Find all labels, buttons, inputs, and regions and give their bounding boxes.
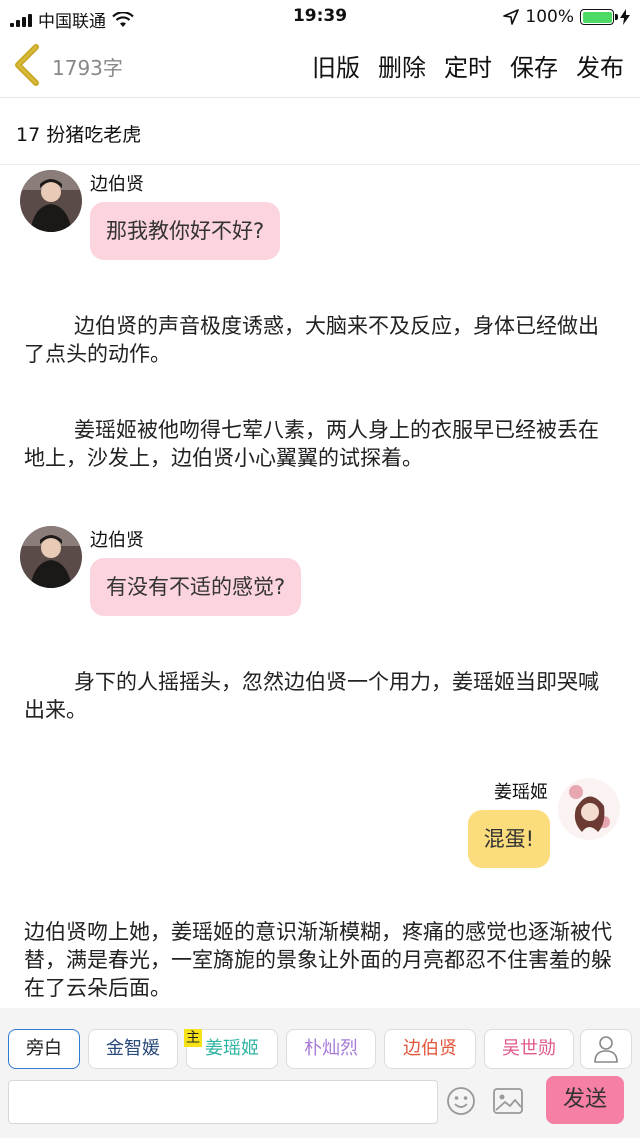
- message-bubble[interactable]: 混蛋!: [467, 810, 550, 868]
- character-chip-label: 朴灿烈: [304, 1038, 358, 1059]
- character-selector: 旁白 金智媛 主 姜瑶姬 朴灿烈 边伯贤 吴世勋: [0, 1008, 640, 1074]
- character-chip-narration[interactable]: 旁白: [8, 1029, 80, 1069]
- speaker-name: 边伯贤: [90, 174, 144, 195]
- narration-paragraph[interactable]: 边伯贤吻上她，姜瑶姬的意识渐渐模糊，疼痛的感觉也逐渐被代替，满是春光，一室旖旎的…: [24, 918, 616, 1002]
- battery-percent: 100%: [525, 7, 574, 27]
- message-input[interactable]: [8, 1080, 438, 1124]
- character-chip-label: 金智媛: [106, 1038, 160, 1059]
- character-chip[interactable]: 边伯贤: [384, 1029, 476, 1069]
- chapter-header: 17 扮猪吃老虎: [0, 99, 640, 165]
- host-badge: 主: [184, 1029, 202, 1047]
- message-bubble[interactable]: 那我教你好不好?: [90, 202, 281, 260]
- image-icon[interactable]: [492, 1087, 524, 1115]
- avatar-jiangyaoji[interactable]: [558, 778, 620, 840]
- narration-paragraph[interactable]: 边伯贤的声音极度诱惑，大脑来不及反应，身体已经做出了点头的动作。: [24, 312, 616, 368]
- save-button[interactable]: 保存: [510, 48, 558, 83]
- old-version-button[interactable]: 旧版: [312, 48, 360, 83]
- speaker-name: 姜瑶姬: [494, 782, 548, 803]
- send-button[interactable]: 发送: [546, 1076, 624, 1124]
- schedule-button[interactable]: 定时: [444, 48, 492, 83]
- person-icon: [594, 1036, 618, 1063]
- character-chip-label: 姜瑶姬: [205, 1038, 259, 1059]
- avatar-bianboxian[interactable]: [20, 526, 82, 588]
- publish-button[interactable]: 发布: [576, 48, 624, 83]
- narration-paragraph[interactable]: 姜瑶姬被他吻得七荤八素，两人身上的衣服早已经被丢在地上，沙发上，边伯贤小心翼翼的…: [24, 416, 616, 472]
- character-chip-label: 吴世勋: [502, 1038, 556, 1059]
- character-chip-label: 边伯贤: [403, 1038, 457, 1059]
- message-bubble[interactable]: 有没有不适的感觉?: [90, 558, 302, 616]
- narration-paragraph[interactable]: 身下的人摇摇头，忽然边伯贤一个用力，姜瑶姬当即哭喊出来。: [24, 668, 616, 724]
- nav-bar: 1793字 旧版 删除 定时 保存 发布: [0, 34, 640, 98]
- battery-icon: [580, 9, 618, 25]
- emoji-icon[interactable]: [446, 1086, 476, 1116]
- story-content[interactable]: 边伯贤 那我教你好不好? 边伯贤的声音极度诱惑，大脑来不及反应，身体已经做出了点…: [0, 166, 640, 1008]
- back-chevron-icon[interactable]: [10, 44, 46, 86]
- input-bar: 发送: [0, 1074, 640, 1138]
- charging-bolt-icon: [620, 9, 630, 25]
- delete-button[interactable]: 删除: [378, 48, 426, 83]
- word-count: 1793字: [52, 56, 123, 80]
- speaker-name: 边伯贤: [90, 530, 144, 551]
- character-chip-label: 旁白: [26, 1038, 62, 1059]
- avatar-bianboxian[interactable]: [20, 170, 82, 232]
- character-chip[interactable]: 吴世勋: [484, 1029, 574, 1069]
- nav-actions: 旧版 删除 定时 保存 发布: [312, 48, 624, 83]
- character-chip[interactable]: 金智媛: [88, 1029, 178, 1069]
- location-arrow-icon: [503, 9, 520, 25]
- chapter-title[interactable]: 17 扮猪吃老虎: [16, 120, 141, 147]
- add-character-button[interactable]: [580, 1029, 632, 1069]
- status-bar: 中国联通 19:39 100%: [0, 0, 640, 34]
- character-chip[interactable]: 朴灿烈: [286, 1029, 376, 1069]
